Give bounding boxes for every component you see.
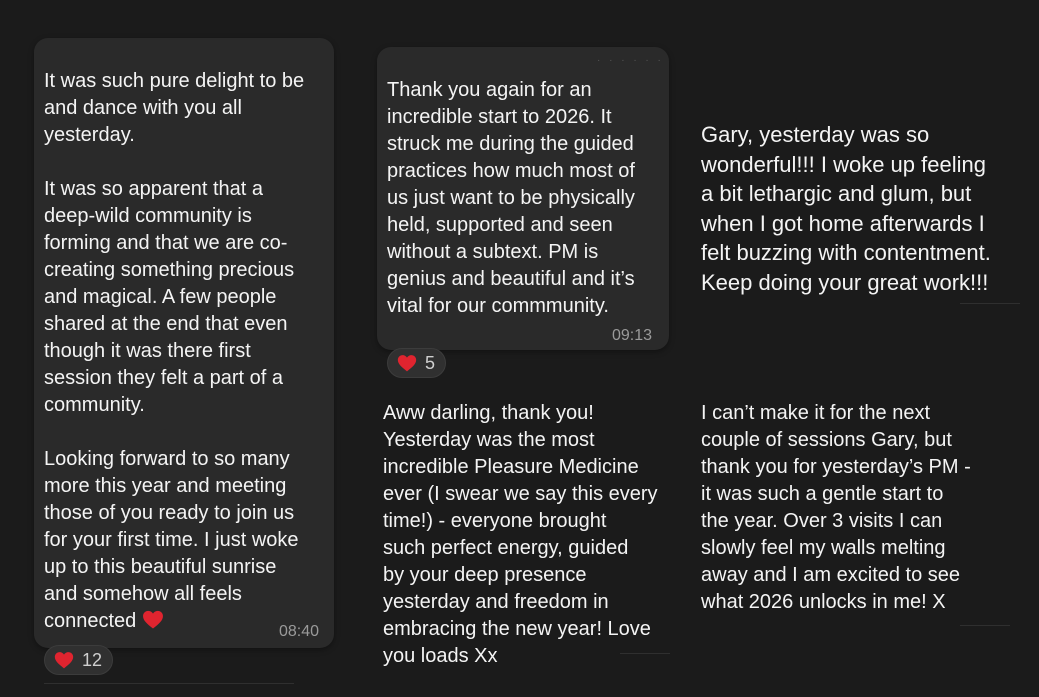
message-time-2: 09:13 [612,327,653,344]
divider-line [44,683,294,684]
divider-line [960,303,1020,304]
divider-line [620,653,670,654]
message-bubble-1[interactable]: It was such pure delight to be and dance… [34,38,334,648]
red-heart-icon [397,355,417,372]
divider-line [960,625,1010,626]
message-text-4: Aww darling, thank you! Yesterday was th… [383,402,658,667]
reaction-badge-1[interactable]: 12 [44,645,114,675]
message-bubble-2[interactable]: · · · · · · Thank you again for an incre… [377,47,669,350]
message-time-1: 08:40 [279,623,320,640]
red-heart-icon [54,652,74,669]
reaction-count-1: 12 [82,649,103,670]
message-text-5: I can’t make it for the next couple of s… [701,402,971,613]
message-text-3: Gary, yesterday was so wonderful!!! I wo… [701,122,991,295]
bubble-dots: · · · · · · [597,55,664,66]
red-heart-icon [143,610,164,629]
message-text-2: Thank you again for an incredible start … [387,79,635,317]
reaction-count-2: 5 [425,352,436,373]
reaction-badge-2[interactable]: 5 [387,348,447,378]
message-text-1: It was such pure delight to be and dance… [44,70,305,632]
